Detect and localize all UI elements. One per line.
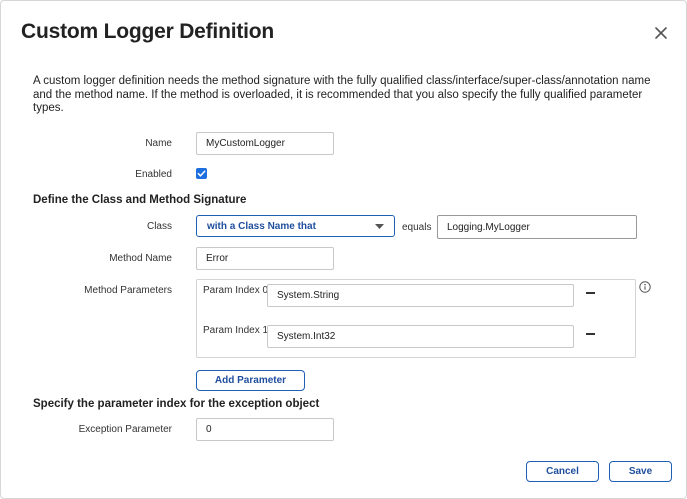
- class-match-select[interactable]: with a Class Name that: [196, 215, 395, 237]
- remove-param-button[interactable]: [586, 333, 595, 335]
- signature-section-title: Define the Class and Method Signature: [33, 194, 247, 206]
- parameters-info-button[interactable]: [639, 280, 651, 293]
- param-index-label: Param Index 0: [203, 285, 269, 296]
- dialog-title: Custom Logger Definition: [21, 20, 275, 43]
- close-icon: [655, 27, 667, 39]
- enabled-checkbox[interactable]: [196, 168, 207, 179]
- custom-logger-dialog: Custom Logger Definition A custom logger…: [0, 0, 687, 499]
- enabled-label: Enabled: [135, 169, 172, 180]
- cancel-button[interactable]: Cancel: [526, 461, 599, 482]
- exception-parameter-input[interactable]: [196, 418, 334, 441]
- method-parameters-label: Method Parameters: [84, 285, 172, 296]
- name-label: Name: [145, 138, 172, 149]
- param-value-input[interactable]: [267, 325, 574, 348]
- exception-section-title: Specify the parameter index for the exce…: [33, 398, 320, 410]
- dialog-description: A custom logger definition needs the met…: [33, 75, 651, 114]
- equals-label: equals: [402, 222, 432, 233]
- chevron-down-icon: [375, 224, 384, 229]
- method-name-label: Method Name: [109, 253, 172, 264]
- info-icon: [639, 281, 651, 293]
- exception-parameter-label: Exception Parameter: [78, 424, 172, 435]
- method-parameters-box: Param Index 0 Param Index 1: [196, 279, 636, 358]
- class-match-selected: with a Class Name that: [207, 221, 316, 232]
- param-value-input[interactable]: [267, 284, 574, 307]
- class-label: Class: [146, 221, 172, 232]
- param-index-label: Param Index 1: [203, 325, 269, 336]
- save-button[interactable]: Save: [609, 461, 672, 482]
- name-input[interactable]: [196, 132, 334, 155]
- checkmark-icon: [197, 170, 206, 177]
- class-name-input[interactable]: [437, 215, 637, 239]
- method-name-input[interactable]: [196, 247, 334, 270]
- remove-param-button[interactable]: [586, 292, 595, 294]
- add-parameter-button[interactable]: Add Parameter: [196, 370, 305, 391]
- close-button[interactable]: [651, 23, 671, 43]
